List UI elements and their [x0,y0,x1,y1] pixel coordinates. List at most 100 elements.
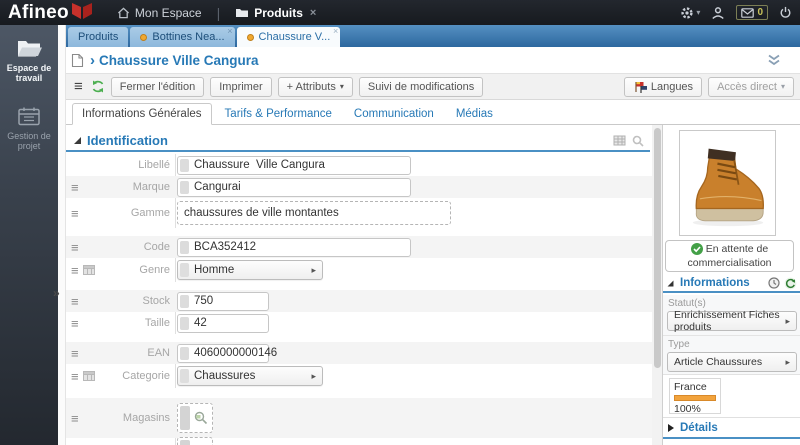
drag-handle-icon[interactable]: ≡ [71,295,79,308]
code-input[interactable]: BCA352412 [177,237,411,257]
nav-mon-espace[interactable]: Mon Espace [117,6,202,20]
identification-section-header[interactable]: Identification [66,131,650,152]
sidebar-item-label: Gestion de projet [7,131,51,152]
drag-handle-icon[interactable]: ≡ [71,412,79,425]
drag-handle-icon[interactable]: ≡ [71,370,79,383]
meta-panel: Statut(s) Enrichissement Fiches produits… [663,295,800,375]
categorie-select[interactable]: Chaussures ▸ [177,366,323,386]
statut-select[interactable]: Enrichissement Fiches produits ▸ [667,309,797,333]
refresh-icon[interactable] [91,80,105,93]
input-handle [180,158,189,172]
tab-medias[interactable]: Médias [447,104,502,124]
user-icon [711,6,725,20]
taille-input[interactable]: 42 [177,313,269,333]
tab-informations-generales[interactable]: Informations Générales [72,103,212,125]
libelle-input[interactable]: Chaussure Ville Cangura [177,155,411,175]
nav-produits[interactable]: Produits × [235,6,316,20]
drag-handle-icon[interactable]: ≡ [71,181,79,194]
field-label: Code [143,241,170,253]
completeness-widget: France 100% [669,378,721,415]
vertical-scrollbar[interactable] [652,125,662,445]
partial-picker-button[interactable] [177,437,213,445]
gear-icon [680,6,694,20]
nav-divider: | [216,4,221,21]
form-row-libelle: Libellé Chaussure Ville Cangura [66,154,652,176]
ean-input[interactable]: 4060000000146 [177,343,277,363]
breadcrumb-chevron-icon: › [90,51,95,69]
input-handle [180,240,189,254]
form-row-stock: ≡ Stock 750 [66,290,652,312]
sidebar-item-espace-de-travail[interactable]: Espace de travail [0,25,58,93]
drag-handle-icon[interactable]: ≡ [71,241,79,254]
input-handle [180,294,189,308]
drag-handle-icon[interactable]: ≡ [71,317,79,330]
form-row-code: ≡ Code BCA352412 [66,236,652,258]
gamme-input[interactable]: chaussures de ville montantes [177,201,451,225]
logout-button[interactable] [779,6,792,19]
close-edit-button[interactable]: Fermer l'édition [110,76,205,97]
form-row-taille: ≡ Taille 42 [66,312,652,334]
nav-produits-close-icon[interactable]: × [310,7,316,19]
doc-tab-chaussure[interactable]: Chaussure V... × [236,26,341,47]
genre-select[interactable]: Homme ▸ [177,260,323,280]
field-label: Categorie [122,370,170,382]
document-tab-band: Produits Bottines Nea... × Chaussure V..… [66,25,800,47]
sidebar-strip [58,25,66,445]
grid-view-icon[interactable] [613,135,626,146]
informations-section-header[interactable]: Informations [663,275,800,293]
sync-icon[interactable] [784,277,797,290]
direct-access-button[interactable]: Accès direct ▾ [708,76,794,97]
form-row-partial [66,437,652,445]
tab-close-icon[interactable]: × [227,26,232,36]
workspace-folder-icon [16,38,42,58]
content-area: Identification Libellé Chaussure Ville C… [66,125,800,445]
commercialisation-status-button[interactable]: En attente de commercialisation [665,240,794,272]
home-icon [117,7,130,19]
field-label: Marque [132,181,170,193]
track-changes-button[interactable]: Suivi de modifications [358,76,484,97]
drag-handle-icon[interactable]: ≡ [71,347,79,360]
tab-close-icon[interactable]: × [333,26,338,36]
settings-button[interactable]: ▾ [680,6,700,20]
user-button[interactable] [711,6,725,20]
mail-icon [741,7,755,18]
doc-tab-produits[interactable]: Produits [68,27,129,47]
topbar: Afineo Mon Espace | Produits × ▾ 0 [0,0,800,25]
matrix-icon [82,371,95,381]
form-row-marque: ≡ Marque Cangurai [66,176,652,198]
print-button[interactable]: Imprimer [210,76,272,97]
input-handle [180,180,189,194]
completeness-country: France [674,381,707,393]
document-icon [71,53,84,68]
tab-tarifs-performance[interactable]: Tarifs & Performance [216,104,341,124]
scrollbar-thumb[interactable] [653,128,661,368]
attributes-button[interactable]: + Attributs ▾ [277,76,353,97]
product-image[interactable] [679,130,776,236]
toolbar-menu-icon[interactable]: ≡ [74,78,83,95]
field-label: Magasins [122,412,170,424]
form-row-ean: ≡ EAN 4060000000146 [66,342,652,364]
app-logo[interactable]: Afineo [8,2,93,24]
app-logo-text: Afineo [8,1,69,23]
drag-handle-icon[interactable]: ≡ [71,207,79,220]
magasins-picker-button[interactable] [177,403,213,433]
form-tab-bar: Informations Générales Tarifs & Performa… [66,100,800,125]
select-arrow-icon: ▸ [785,356,790,367]
drag-handle-icon[interactable]: ≡ [71,264,79,277]
search-circle-icon[interactable] [632,135,644,147]
sidebar-item-gestion-de-projet[interactable]: Gestion de projet [0,93,58,161]
languages-button[interactable]: Langues [623,76,703,97]
search-add-icon [193,410,209,426]
stock-input[interactable]: 750 [177,291,269,311]
messages-button[interactable]: 0 [736,5,768,20]
collapse-all-icon[interactable] [766,54,782,66]
toolbar: ≡ Fermer l'édition Imprimer + Attributs … [66,73,800,100]
tab-communication[interactable]: Communication [345,104,443,124]
doc-tab-bottines[interactable]: Bottines Nea... × [130,26,235,47]
marque-input[interactable]: Cangurai [177,177,411,197]
panel-expand-handle[interactable]: » [53,286,67,302]
field-label: Taille [144,317,170,329]
type-select[interactable]: Article Chaussures ▸ [667,352,797,372]
history-icon[interactable] [768,277,780,289]
details-section-header[interactable]: Détails [663,417,800,439]
